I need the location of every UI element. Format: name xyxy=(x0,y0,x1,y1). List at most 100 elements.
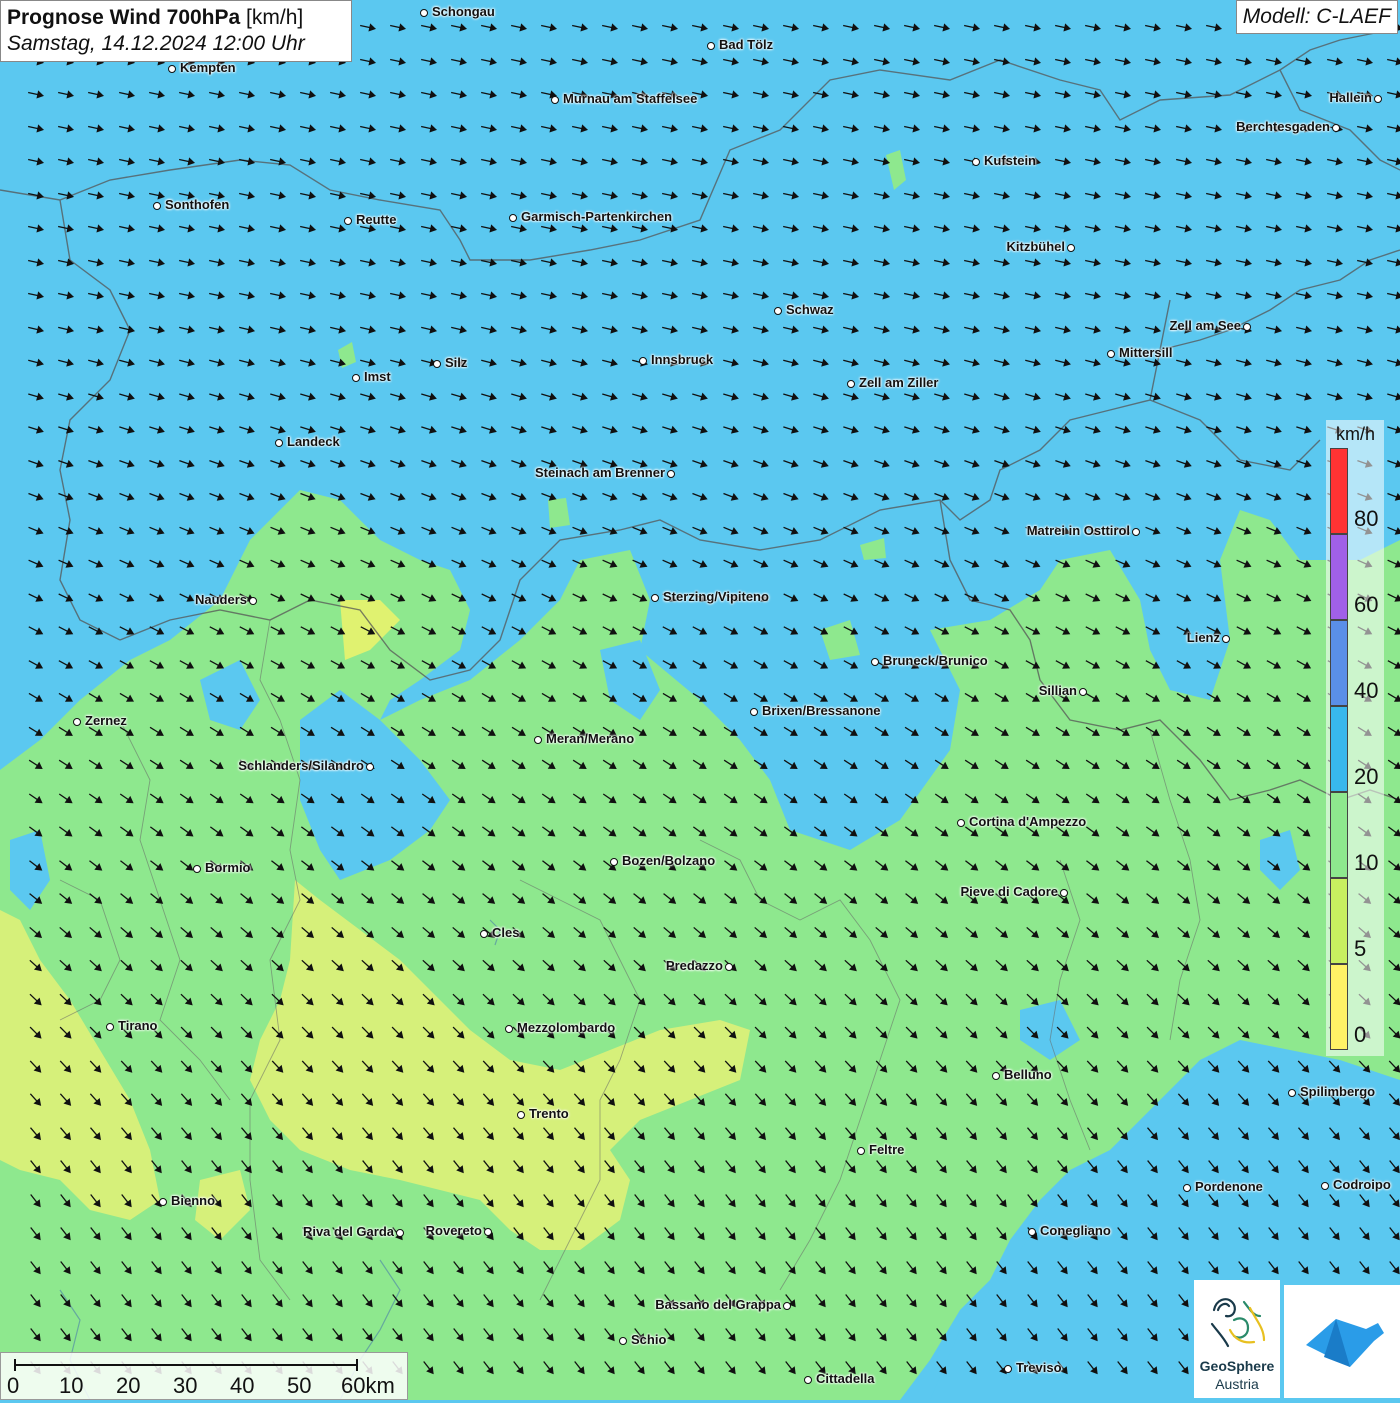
city-marker xyxy=(159,1198,167,1206)
city-marker xyxy=(484,1228,492,1236)
geosphere-logo-icon xyxy=(1210,1298,1266,1348)
city-label: Treviso xyxy=(1016,1360,1062,1375)
city-marker xyxy=(1222,635,1230,643)
city-label: Reutte xyxy=(356,212,397,227)
legend-tick-label: 5 xyxy=(1354,936,1367,961)
city-marker xyxy=(1288,1089,1296,1097)
city-marker xyxy=(480,930,488,938)
map-title-unit: [km/h] xyxy=(240,6,304,29)
city-label: Spilimbergo xyxy=(1300,1084,1376,1099)
city-label: Steinach am Brenner xyxy=(534,465,665,480)
city-marker xyxy=(725,963,733,971)
city-label: Mittersill xyxy=(1119,345,1173,360)
city-label: Feltre xyxy=(869,1142,905,1157)
city-marker xyxy=(73,718,81,726)
map-title-main: Prognose Wind 700hPa xyxy=(7,6,241,29)
city-marker xyxy=(534,736,542,744)
city-marker xyxy=(344,217,352,225)
city-label: Bad Tölz xyxy=(719,37,774,52)
city-label: Tirano xyxy=(118,1018,158,1033)
legend-tick-label: 80 xyxy=(1354,506,1379,531)
city-marker xyxy=(168,65,176,73)
city-marker xyxy=(639,357,647,365)
city-marker xyxy=(957,819,965,827)
city-label: Codroipo xyxy=(1333,1177,1391,1192)
city-marker xyxy=(847,380,855,388)
legend-segment xyxy=(1330,878,1348,964)
city-label: Landeck xyxy=(287,434,340,449)
city-label: Schongau xyxy=(432,4,495,19)
scale-bar-label: 0 xyxy=(7,1373,20,1398)
city-label: Bruneck/Brunico xyxy=(883,653,988,668)
scale-bar-label: 10 xyxy=(59,1373,84,1398)
city-label: Meran/Merano xyxy=(546,731,635,746)
model-label: Modell: C-LAEF xyxy=(1235,0,1398,34)
city-marker xyxy=(667,470,675,478)
city-marker xyxy=(509,214,517,222)
city-marker xyxy=(1183,1184,1191,1192)
city-label: Schwaz xyxy=(786,302,834,317)
legend-segment xyxy=(1330,964,1348,1050)
city-label: Brixen/Bressanone xyxy=(762,703,881,718)
city-marker xyxy=(551,96,559,104)
city-label: Pieve di Cadore xyxy=(960,884,1058,899)
city-marker xyxy=(433,360,441,368)
city-label: Hallein xyxy=(1329,90,1372,105)
city-marker xyxy=(352,374,360,382)
city-label: Cles xyxy=(492,925,520,940)
city-label: Sillian xyxy=(1038,683,1077,698)
city-label: Cittadella xyxy=(816,1371,875,1386)
title-box: Prognose Wind 700hPa [km/h] Samstag, 14.… xyxy=(0,0,352,62)
city-marker xyxy=(1004,1365,1012,1373)
city-marker xyxy=(1374,95,1382,103)
city-label: Murnau am Staffelsee xyxy=(563,91,698,106)
city-marker xyxy=(1028,1228,1036,1236)
city-marker xyxy=(396,1229,404,1237)
city-label: Rovereto xyxy=(425,1223,482,1238)
legend-tick-label: 10 xyxy=(1354,850,1379,875)
city-marker xyxy=(1332,124,1340,132)
city-label: Trento xyxy=(529,1106,569,1121)
city-marker xyxy=(1243,323,1251,331)
city-marker xyxy=(750,708,758,716)
city-marker xyxy=(707,42,715,50)
scale-bar-label: 60km xyxy=(341,1373,395,1398)
city-label: Berchtesgaden xyxy=(1236,119,1330,134)
geosphere-logo-line2: Austria xyxy=(1215,1376,1259,1392)
city-label: Silz xyxy=(445,355,468,370)
city-marker xyxy=(651,594,659,602)
city-label: Mezzolombardo xyxy=(517,1020,616,1035)
city-marker xyxy=(1132,528,1140,536)
city-marker xyxy=(153,202,161,210)
legend-segment xyxy=(1330,706,1348,792)
city-marker xyxy=(1060,889,1068,897)
city-marker xyxy=(1107,350,1115,358)
city-label: Imst xyxy=(364,369,391,384)
city-marker xyxy=(1067,244,1075,252)
scale-bar-label: 20 xyxy=(116,1373,141,1398)
city-label: Sterzing/Vipiteno xyxy=(663,589,769,604)
scale-bar-label: 50 xyxy=(287,1373,312,1398)
city-label: Bormio xyxy=(205,860,251,875)
legend-tick-label: 20 xyxy=(1354,764,1379,789)
city-label: Matrei in Osttirol xyxy=(1026,523,1130,538)
city-marker xyxy=(610,858,618,866)
city-marker xyxy=(857,1147,865,1155)
city-marker xyxy=(420,9,428,17)
city-marker xyxy=(804,1376,812,1384)
city-marker xyxy=(783,1302,791,1310)
city-marker xyxy=(275,439,283,447)
city-label: Garmisch-Partenkirchen xyxy=(521,209,673,224)
city-marker xyxy=(1321,1182,1329,1190)
scale-bar-label: 30 xyxy=(173,1373,198,1398)
legend-unit: km/h xyxy=(1336,424,1376,444)
city-marker xyxy=(517,1111,525,1119)
city-label: Zell am See xyxy=(1169,318,1241,333)
city-marker xyxy=(774,307,782,315)
city-label: Conegliano xyxy=(1040,1223,1111,1238)
map-subtitle: Samstag, 14.12.2024 12:00 Uhr xyxy=(7,32,305,55)
city-marker xyxy=(1079,688,1087,696)
city-label: Zernez xyxy=(85,713,127,728)
city-label: Kitzbühel xyxy=(1006,239,1066,254)
legend-tick-label: 60 xyxy=(1354,592,1379,617)
